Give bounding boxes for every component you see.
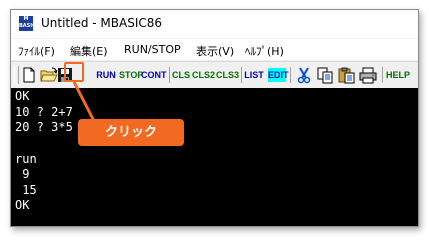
menu-edit[interactable]: 編集(E) bbox=[70, 43, 108, 59]
help-button[interactable]: HELP bbox=[386, 66, 410, 84]
toolbar-separator bbox=[290, 67, 291, 83]
copy-icon[interactable] bbox=[317, 67, 334, 84]
new-file-icon[interactable] bbox=[22, 67, 36, 83]
window-title: Untitled - MBASIC86 bbox=[41, 16, 163, 30]
list-button[interactable]: LIST bbox=[244, 66, 264, 84]
menu-help[interactable]: ﾍﾙﾌﾟ(H) bbox=[245, 43, 284, 59]
click-callout: クリック bbox=[78, 119, 184, 146]
console-line: 9 bbox=[15, 167, 30, 181]
console-line: OK bbox=[15, 198, 30, 212]
scissors-icon[interactable] bbox=[295, 67, 313, 84]
menu-file[interactable]: ﾌｧｲﾙ(F) bbox=[18, 43, 55, 59]
console-line: 20 ? 3*5 bbox=[15, 120, 73, 134]
menu-run-stop[interactable]: RUN/STOP bbox=[124, 43, 181, 56]
menu-view[interactable]: 表示(V) bbox=[196, 43, 234, 59]
console-line: run bbox=[15, 152, 37, 166]
console-line: 10 ? 2+7 bbox=[15, 105, 73, 119]
toolbar-separator bbox=[241, 67, 242, 83]
console-line: OK bbox=[15, 89, 30, 103]
edit-button[interactable]: EDIT bbox=[268, 68, 289, 82]
app-logo-icon: M BASIC bbox=[19, 16, 36, 31]
toolbar-separator bbox=[169, 67, 170, 83]
cls3-button[interactable]: CLS3 bbox=[216, 66, 239, 84]
paste-icon[interactable] bbox=[338, 67, 355, 84]
console-output[interactable]: OK 10 ? 2+7 20 ? 3*5 run 9 15 OK bbox=[11, 88, 418, 226]
open-folder-icon[interactable] bbox=[40, 67, 58, 83]
cont-button[interactable]: CONT bbox=[141, 66, 167, 84]
cls-button[interactable]: CLS bbox=[172, 66, 190, 84]
app-logo-text-bottom: BASIC bbox=[19, 23, 36, 29]
cls2-button[interactable]: CLS2 bbox=[192, 66, 215, 84]
app-logo-text-top: M bbox=[23, 16, 29, 22]
toolbar-separator bbox=[382, 67, 383, 83]
console-line: 15 bbox=[15, 183, 37, 197]
printer-icon[interactable] bbox=[359, 67, 377, 84]
app-window: M BASIC Untitled - MBASIC86 ﾌｧｲﾙ(F) 編集(E… bbox=[10, 9, 419, 227]
save-button-highlight bbox=[64, 62, 84, 82]
stop-button[interactable]: STOP bbox=[119, 66, 143, 84]
menu-bar: ﾌｧｲﾙ(F) 編集(E) RUN/STOP 表示(V) ﾍﾙﾌﾟ(H) bbox=[11, 39, 418, 60]
run-button[interactable]: RUN bbox=[96, 66, 116, 84]
title-bar[interactable]: M BASIC Untitled - MBASIC86 bbox=[11, 10, 418, 38]
toolbar-grip[interactable] bbox=[14, 66, 19, 84]
